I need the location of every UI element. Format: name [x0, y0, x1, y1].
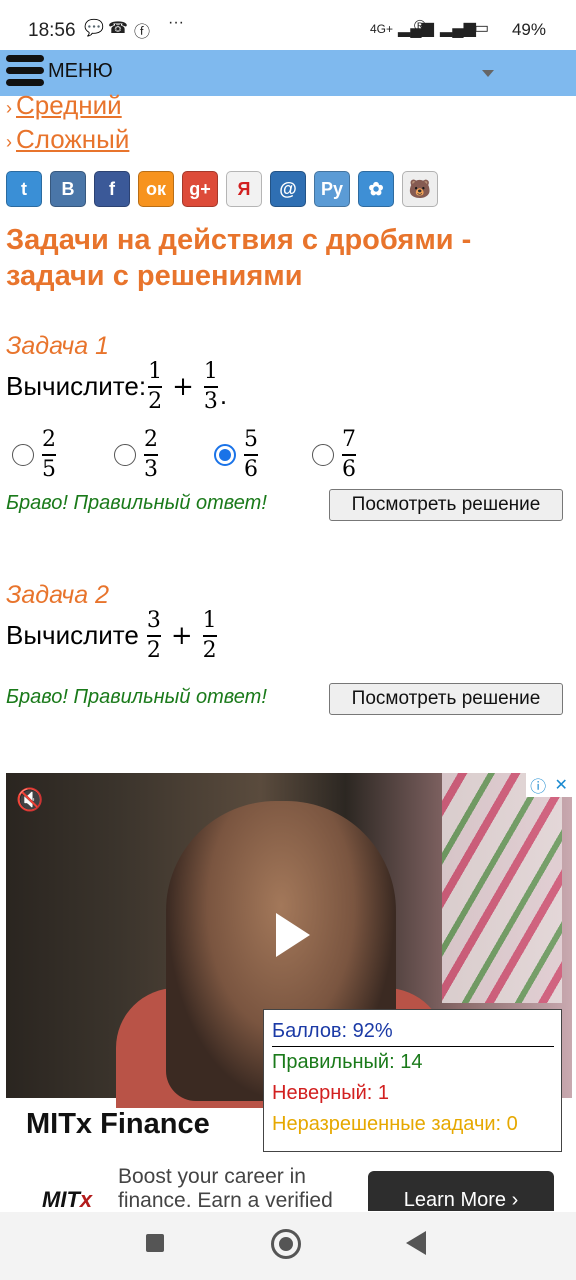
curtain-image: [442, 773, 562, 1003]
close-icon[interactable]: ✕: [554, 775, 567, 795]
task-1-answers: 25 23 56 76: [12, 428, 392, 494]
mute-icon[interactable]: 🔇: [16, 787, 43, 813]
registered-icon: ®: [414, 18, 426, 35]
level-link-hard[interactable]: › Сложный: [6, 122, 129, 156]
message-icon: 💬: [84, 20, 104, 37]
radio-button[interactable]: [12, 443, 34, 466]
answer-option-2[interactable]: 23: [114, 428, 160, 482]
viber-icon: ☎: [108, 20, 128, 37]
learn-more-button[interactable]: Learn More ›: [368, 1171, 554, 1211]
yandex-icon[interactable]: Я: [226, 171, 262, 207]
status-time: 18:56: [28, 20, 76, 41]
fraction: 32: [146, 608, 161, 663]
battery-percent: 49%: [511, 20, 546, 39]
score-correct: Правильный: 14: [272, 1051, 423, 1073]
task-2-prompt-text: Вычислите: [6, 620, 139, 651]
task-1-prompt: Вычислите: 12 + 13 .: [6, 360, 227, 414]
task-2-feedback: Браво! Правильный ответ!: [6, 686, 267, 708]
vk-icon[interactable]: B: [50, 171, 86, 207]
signal2-icon: ▂▄▆: [440, 20, 476, 37]
score-percent: Баллов: 92%: [272, 1016, 554, 1047]
facebook-notification-icon: ⓕ: [134, 24, 151, 41]
more-notifications-icon: ···: [168, 14, 184, 31]
info-icon[interactable]: ⓘ: [530, 773, 546, 797]
network-type: 4G+: [370, 22, 394, 36]
fraction: 13: [203, 359, 218, 414]
social-share-bar: t Bf ок g+ Я @ Ру ✿ 🐻: [6, 171, 438, 207]
mitx-logo: MITx: [42, 1187, 93, 1211]
answer-option-3[interactable]: 56: [214, 428, 260, 482]
task-2-prompt: Вычислите 32 + 12: [6, 609, 219, 663]
chevron-down-icon[interactable]: [482, 70, 494, 77]
liveinternet-icon[interactable]: Ру: [314, 171, 350, 207]
menu-label[interactable]: МЕНЮ: [48, 60, 113, 83]
chevron-right-icon: ›: [6, 132, 12, 152]
odnoklassniki-icon[interactable]: ок: [138, 171, 174, 207]
task-1-prompt-text: Вычислите:: [6, 371, 147, 402]
view-solution-button-2[interactable]: Посмотреть решение: [329, 683, 563, 715]
back-icon[interactable]: [406, 1231, 426, 1255]
task-2-title: Задача 2: [6, 581, 109, 609]
ad-brand-title[interactable]: MITx Finance: [26, 1108, 210, 1141]
recents-icon[interactable]: [146, 1234, 164, 1252]
page-title: Задачи на действия с дробями - задачи с …: [6, 224, 472, 292]
view-solution-button-1[interactable]: Посмотреть решение: [329, 489, 563, 521]
home-icon[interactable]: [271, 1229, 301, 1259]
task-1-feedback: Браво! Правильный ответ!: [6, 492, 267, 514]
twitter-icon[interactable]: t: [6, 171, 42, 207]
level-link-medium[interactable]: › Средний: [6, 88, 129, 122]
task-1-title: Задача 1: [6, 332, 109, 360]
fraction: 12: [148, 359, 163, 414]
score-unsolved: Неразрешенные задачи: 0: [272, 1113, 518, 1135]
answer-option-1[interactable]: 25: [12, 428, 58, 482]
hamburger-icon[interactable]: [6, 55, 44, 91]
radio-button[interactable]: [312, 443, 334, 466]
plus-operator: +: [172, 371, 194, 402]
ad-copy: Boost your career in finance. Earn a ver…: [118, 1165, 333, 1211]
plus-operator: +: [170, 620, 193, 651]
radio-button-selected[interactable]: [214, 443, 236, 466]
radio-button[interactable]: [114, 443, 136, 466]
adchoices-icon[interactable]: ⓘ ✕: [526, 773, 572, 797]
chevron-right-icon: ›: [6, 98, 12, 118]
settings-icon[interactable]: ✿: [358, 171, 394, 207]
facebook-icon[interactable]: f: [94, 171, 130, 207]
status-bar: 18:56 💬 ☎ ⓕ ··· 4G+ ▂▄▆ ® ▂▄▆ ▭ 49%: [0, 0, 576, 50]
mascot-icon[interactable]: 🐻: [402, 171, 438, 207]
android-nav-bar: [0, 1212, 576, 1280]
level-list: › Средний › Сложный: [6, 88, 129, 156]
period: .: [219, 380, 228, 411]
google-plus-icon[interactable]: g+: [182, 171, 218, 207]
mail-ru-icon[interactable]: @: [270, 171, 306, 207]
score-wrong: Неверный: 1: [272, 1082, 390, 1104]
battery-icon: ▭: [474, 20, 490, 37]
answer-option-4[interactable]: 76: [312, 428, 358, 482]
score-panel: Баллов: 92% Правильный: 14 Неверный: 1 Н…: [263, 1009, 562, 1152]
fraction: 12: [202, 608, 217, 663]
play-icon[interactable]: [276, 913, 310, 957]
